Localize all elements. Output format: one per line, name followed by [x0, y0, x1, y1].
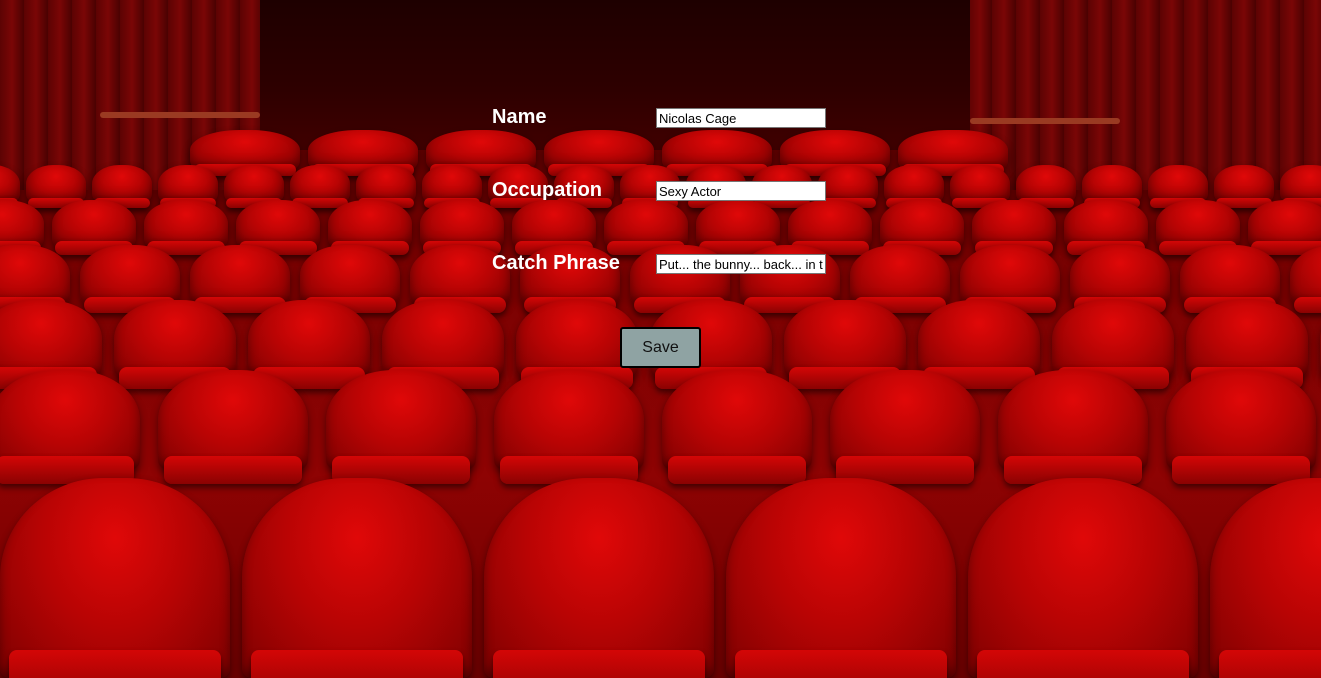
theater-seat [972, 200, 1056, 255]
theater-seat [224, 165, 284, 209]
theater-seat [662, 370, 812, 484]
name-label: Name [492, 106, 547, 128]
theater-seat [158, 370, 308, 484]
right-wall-curtain [968, 0, 1321, 190]
theater-seat [236, 200, 320, 255]
theater-seat [190, 245, 290, 314]
theater-seat [1082, 165, 1142, 209]
theater-seat [1166, 370, 1316, 484]
theater-seat [1052, 300, 1174, 389]
theater-seat [1016, 165, 1076, 209]
theater-seat [92, 165, 152, 209]
catch-phrase-label: Catch Phrase [492, 252, 620, 274]
theater-seat [830, 370, 980, 484]
theater-seat [0, 245, 70, 314]
catch-phrase-input[interactable] [656, 254, 826, 274]
occupation-row: Occupation [492, 173, 832, 213]
theater-seat [52, 200, 136, 255]
theater-seat [158, 165, 218, 209]
theater-seat [356, 165, 416, 209]
theater-seat [114, 300, 236, 389]
seat-row [0, 478, 1321, 678]
theater-seat [784, 300, 906, 389]
theater-seat [1156, 200, 1240, 255]
theater-seat [0, 300, 102, 389]
theater-seat [1248, 200, 1321, 255]
theater-seat [0, 165, 20, 209]
left-rail [100, 112, 260, 118]
theater-seat [1290, 245, 1321, 314]
theater-seat [1064, 200, 1148, 255]
theater-seat [484, 478, 714, 678]
seat-row [0, 370, 1321, 484]
name-input[interactable] [656, 108, 826, 128]
theater-seat [1186, 300, 1308, 389]
theater-seat [0, 370, 140, 484]
theater-seat [144, 200, 228, 255]
theater-seat [1280, 165, 1321, 209]
name-row: Name [492, 100, 832, 140]
theater-seat [0, 478, 230, 678]
right-rail [970, 118, 1120, 124]
theater-seat [242, 478, 472, 678]
theater-seat [884, 165, 944, 209]
theater-seat [326, 370, 476, 484]
theater-seat [494, 370, 644, 484]
theater-seat [968, 478, 1198, 678]
theater-seat [1070, 245, 1170, 314]
theater-seat [248, 300, 370, 389]
occupation-input[interactable] [656, 181, 826, 201]
theater-seat [850, 245, 950, 314]
theater-seat [998, 370, 1148, 484]
save-button[interactable]: Save [620, 327, 701, 368]
theater-seat [960, 245, 1060, 314]
occupation-label: Occupation [492, 179, 603, 201]
theater-seat [80, 245, 180, 314]
theater-seat [1210, 478, 1321, 678]
theater-seat [300, 245, 400, 314]
theater-seat [190, 130, 300, 176]
theater-seat [422, 165, 482, 209]
theater-seat [950, 165, 1010, 209]
theater-seat [382, 300, 504, 389]
theater-seat [726, 478, 956, 678]
theater-seat [1214, 165, 1274, 209]
catch-phrase-row: Catch Phrase [492, 246, 832, 286]
theater-seat [880, 200, 964, 255]
theater-seat [26, 165, 86, 209]
theater-seat [898, 130, 1008, 176]
theater-seat [290, 165, 350, 209]
theater-seat [1148, 165, 1208, 209]
theater-seat [0, 200, 44, 255]
theater-seat [1180, 245, 1280, 314]
theater-seat [328, 200, 412, 255]
theater-seat [308, 130, 418, 176]
theater-seat [918, 300, 1040, 389]
